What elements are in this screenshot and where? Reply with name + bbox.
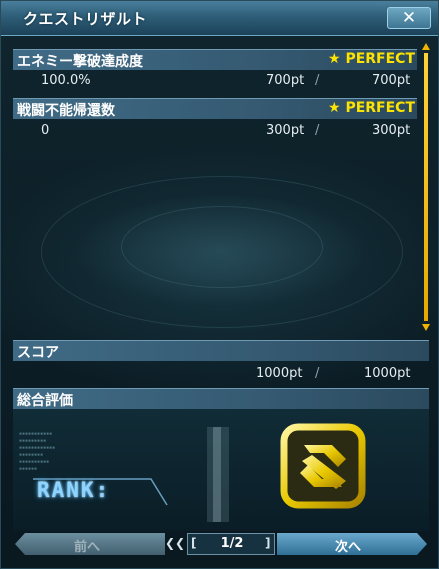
quest-result-window: クエストリザルト ✕ エネミー撃破達成度 ★ PERFECT 100.0% 70… bbox=[0, 0, 439, 569]
star-icon: ★ bbox=[328, 51, 341, 67]
score-earned-points: 1000pt bbox=[256, 366, 303, 381]
close-button[interactable]: ✕ bbox=[387, 7, 431, 29]
grade-badge: ★ PERFECT bbox=[328, 51, 415, 67]
rank-label: RANK: bbox=[37, 478, 111, 502]
grade-text: PERFECT bbox=[345, 51, 415, 67]
objective-header-enemy: エネミー撃破達成度 ★ PERFECT bbox=[13, 49, 417, 70]
rank-label-frame: RANK: bbox=[31, 475, 171, 509]
pager: 前へ ❮❮ 1/2 [ ] 次へ bbox=[15, 533, 427, 555]
scroll-down-icon[interactable] bbox=[422, 324, 430, 331]
grade-badge: ★ PERFECT bbox=[328, 100, 415, 116]
grade-text: PERFECT bbox=[345, 100, 415, 116]
star-icon: ★ bbox=[328, 100, 341, 116]
next-button[interactable]: 次へ bbox=[277, 533, 427, 555]
next-label: 次へ bbox=[335, 540, 362, 555]
page-indicator: 1/2 bbox=[220, 536, 244, 551]
objective-earned-points: 300pt bbox=[266, 123, 305, 138]
score-max-points: 1000pt bbox=[364, 366, 411, 381]
points-separator: / bbox=[315, 73, 320, 88]
decorative-pillar bbox=[207, 427, 229, 522]
evaluation-label: 総合評価 bbox=[17, 393, 73, 409]
close-icon: ✕ bbox=[401, 8, 417, 28]
chevron-left-icon: ❮❮ bbox=[165, 536, 186, 550]
objective-max-points: 700pt bbox=[372, 73, 411, 88]
scroll-up-icon[interactable] bbox=[422, 43, 430, 50]
objective-earned-points: 700pt bbox=[266, 73, 305, 88]
score-label: スコア bbox=[17, 345, 59, 361]
objective-value: 0 bbox=[41, 123, 50, 138]
points-separator: / bbox=[315, 123, 320, 138]
points-separator: / bbox=[315, 366, 320, 381]
objective-max-points: 300pt bbox=[372, 123, 411, 138]
rank-s-icon bbox=[280, 423, 366, 509]
bracket-right-icon: ] bbox=[265, 536, 271, 550]
objective-label: 戦闘不能帰還数 bbox=[17, 103, 115, 119]
score-header: スコア bbox=[13, 340, 429, 361]
page-indicator-box: 1/2 bbox=[187, 533, 275, 555]
floor-ring-inner bbox=[121, 206, 323, 288]
prev-label: 前へ bbox=[74, 540, 101, 555]
scrollbar[interactable] bbox=[422, 43, 430, 331]
bracket-left-icon: [ bbox=[191, 536, 197, 550]
window-title: クエストリザルト bbox=[23, 10, 148, 28]
rank-display-area: ▪▪▪▪▪▪▪▪▪▪▪ ▪▪▪▪▪▪▪▪▪ ▪▪▪▪▪▪▪▪▪▪▪▪ ▪▪▪▪▪… bbox=[13, 409, 429, 531]
objective-value: 100.0% bbox=[41, 73, 91, 88]
objective-label: エネミー撃破達成度 bbox=[17, 54, 143, 70]
scroll-thumb[interactable] bbox=[424, 53, 428, 321]
rank-s-badge bbox=[280, 423, 366, 509]
decorative-readout: ▪▪▪▪▪▪▪▪▪▪▪ ▪▪▪▪▪▪▪▪▪ ▪▪▪▪▪▪▪▪▪▪▪▪ ▪▪▪▪▪… bbox=[19, 431, 56, 472]
objective-header-incapacitated: 戦闘不能帰還数 ★ PERFECT bbox=[13, 98, 417, 119]
evaluation-header: 総合評価 bbox=[13, 388, 429, 409]
prev-button[interactable]: 前へ bbox=[15, 533, 165, 555]
title-bar: クエストリザルト ✕ bbox=[1, 1, 438, 36]
